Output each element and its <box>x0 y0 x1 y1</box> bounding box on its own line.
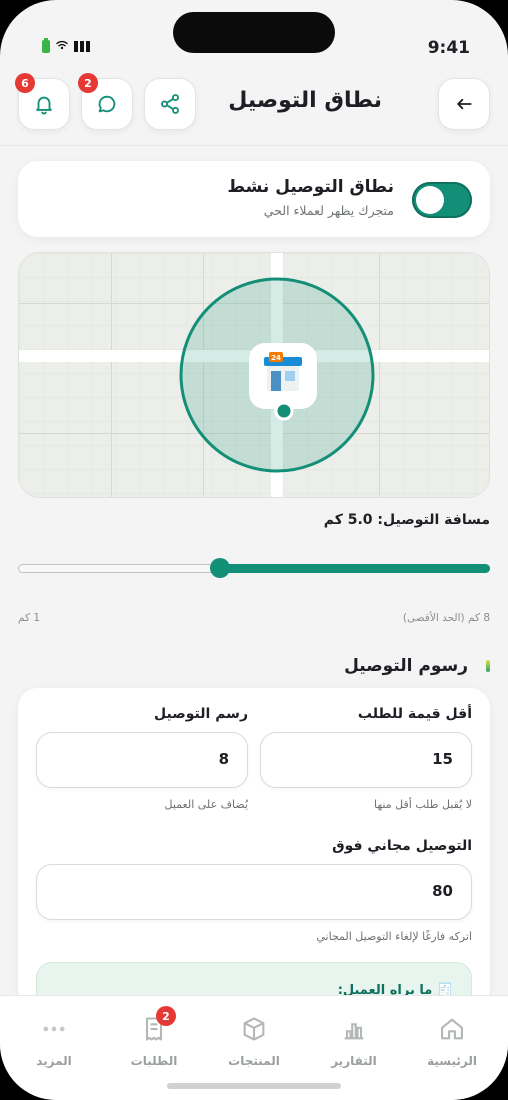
tab-reports[interactable]: التقارير <box>314 1014 394 1068</box>
notifications-button[interactable]: 6 <box>15 73 70 130</box>
tab-more[interactable]: المزيد <box>14 1014 94 1068</box>
tab-products-label: المنتجات <box>228 1054 280 1068</box>
home-indicator <box>167 1083 341 1089</box>
header: 6 2 نطاق التوصيل <box>0 73 508 134</box>
toggle-subtitle: متجرك يظهر لعملاء الحي <box>263 203 394 218</box>
bell-icon <box>36 96 52 115</box>
header-divider <box>0 145 508 146</box>
page-title: نطاق التوصيل <box>228 88 382 113</box>
delivery-switch[interactable] <box>412 182 472 218</box>
more-icon <box>43 1026 65 1032</box>
min-order-value: 15 <box>432 750 453 768</box>
battery-icon <box>42 38 50 53</box>
signal-icon <box>74 41 90 52</box>
fee-input[interactable]: 8 <box>36 732 248 788</box>
chat-icon <box>98 95 116 113</box>
box-icon <box>243 1017 265 1041</box>
phone-screen: 9:41 6 2 نطاق التوصيل نطاق التوصيل نشط م… <box>0 0 508 1100</box>
status-icons <box>42 38 90 53</box>
free-delivery-label: التوصيل مجاني فوق <box>332 838 472 854</box>
svg-text:24: 24 <box>271 354 281 362</box>
slider-fill <box>220 564 490 573</box>
reports-icon <box>344 1023 364 1040</box>
free-delivery-input[interactable]: 80 <box>36 864 472 920</box>
tab-reports-label: التقارير <box>331 1054 377 1068</box>
distance-label: مسافة التوصيل: 5.0 كم <box>323 512 490 528</box>
min-order-hint: لا يُقبل طلب أقل منها <box>373 798 472 811</box>
share-icon <box>161 94 179 114</box>
fee-value: 8 <box>218 750 229 768</box>
dynamic-island <box>173 12 335 53</box>
fee-hint: يُضاف على العميل <box>164 798 248 811</box>
wifi-icon <box>56 40 68 53</box>
range-min-label: 1 كم <box>18 612 41 624</box>
tab-products[interactable]: المنتجات <box>214 1014 294 1068</box>
min-order-input[interactable]: 15 <box>260 732 472 788</box>
messages-button[interactable]: 2 <box>78 73 133 130</box>
delivery-map[interactable]: 24 <box>18 252 490 498</box>
store-24-icon: 24 <box>249 343 317 409</box>
fee-label: رسم التوصيل <box>154 706 248 722</box>
arrow-left-icon <box>457 98 472 110</box>
distance-slider[interactable] <box>18 558 490 578</box>
fees-card: أقل قيمة للطلب رسم التوصيل 15 8 لا يُقبل… <box>18 688 490 1022</box>
tab-orders[interactable]: 2 الطلبات <box>114 1006 194 1068</box>
location-pin <box>274 401 294 421</box>
share-button[interactable] <box>144 78 196 130</box>
tab-home[interactable]: الرئيسية <box>412 1014 492 1068</box>
home-icon <box>441 1018 463 1040</box>
range-max-label: 8 كم (الحد الأقصى) <box>402 612 490 624</box>
orders-badge: 2 <box>156 1006 176 1026</box>
slider-thumb[interactable] <box>210 558 230 578</box>
toggle-title: نطاق التوصيل نشط <box>227 177 394 197</box>
free-delivery-value: 80 <box>432 882 453 900</box>
switch-knob <box>416 186 444 214</box>
delivery-toggle-card: نطاق التوصيل نشط متجرك يظهر لعملاء الحي <box>18 161 490 237</box>
min-order-label: أقل قيمة للطلب <box>357 706 472 722</box>
tab-more-label: المزيد <box>36 1054 72 1068</box>
tab-orders-label: الطلبات <box>130 1054 178 1068</box>
back-button[interactable] <box>438 78 490 130</box>
notifications-badge: 6 <box>15 73 35 93</box>
fees-section-title: رسوم التوصيل <box>344 656 468 676</box>
tab-home-label: الرئيسية <box>427 1054 477 1068</box>
free-delivery-hint: اتركه فارغًا لإلغاء التوصيل المجاني <box>316 930 472 943</box>
map-canvas: 24 <box>19 253 489 497</box>
messages-badge: 2 <box>78 73 98 93</box>
section-accent <box>486 660 490 672</box>
status-time: 9:41 <box>427 38 470 58</box>
